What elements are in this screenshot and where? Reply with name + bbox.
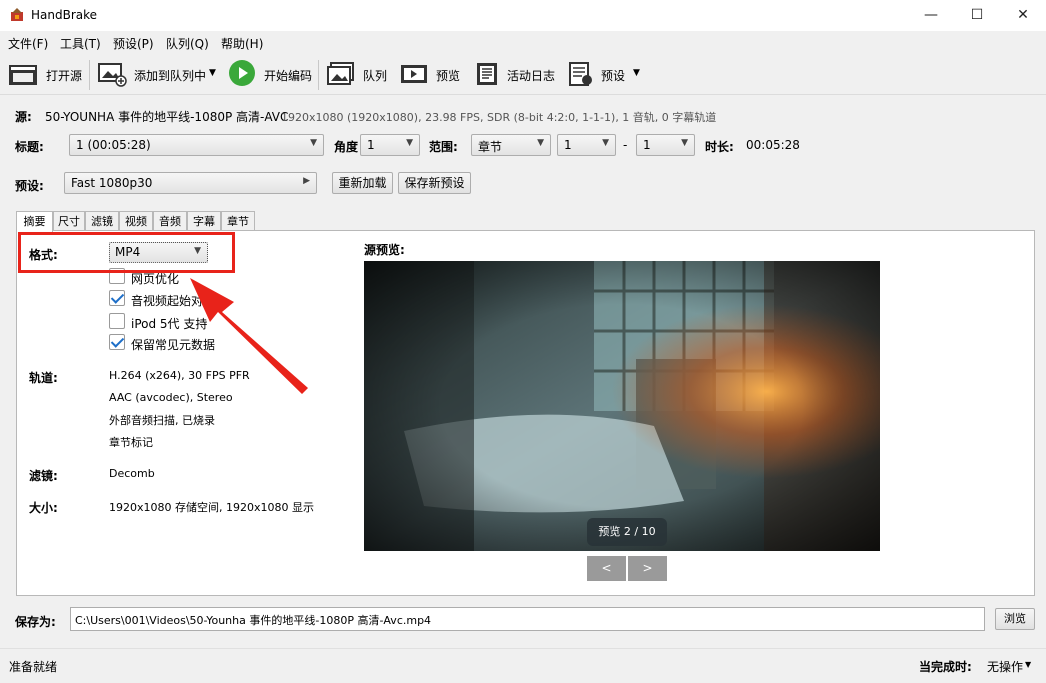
menu-presets[interactable]: 预设(P) [113,35,154,52]
source-name: 50-YOUNHA 事件的地平线-1080P 高清-AVC [45,110,289,124]
tab-subtitles[interactable]: 字幕 [187,211,221,231]
range-end-value: 1 [643,138,651,152]
chevron-down-icon: ▼ [681,138,688,148]
preview-prev-button[interactable]: < [587,556,626,581]
status-bar [0,648,1046,683]
status-text: 准备就绪 [9,660,58,674]
start-encode-button[interactable]: 开始编码 [264,67,312,84]
preset-label: 预设: [15,179,44,193]
when-done-label: 当完成时: [919,660,972,674]
ipod-support-checkbox[interactable] [109,313,125,329]
save-path-input[interactable]: C:\Users\001\Videos\50-Younha 事件的地平线-108… [70,607,985,631]
title-label: 标题: [15,140,44,154]
preview-next-button[interactable]: > [628,556,667,581]
window-title: HandBrake [31,8,98,22]
menu-queue[interactable]: 队列(Q) [166,35,209,52]
reload-button[interactable]: 重新加载 [332,172,393,194]
menu-help[interactable]: 帮助(H) [221,35,263,52]
align-av-start-checkbox[interactable] [109,290,125,306]
range-type-value: 章节 [478,140,503,154]
save-as-label: 保存为: [15,615,56,629]
when-done-dropdown-icon[interactable]: ▼ [1025,660,1031,669]
menu-file[interactable]: 文件(F) [8,35,48,52]
source-label: 源: [15,110,32,124]
annotation-arrow-icon [190,278,308,394]
tab-chapters[interactable]: 章节 [221,211,255,231]
range-label: 范围: [429,140,458,154]
menu-tools[interactable]: 工具(T) [60,35,101,52]
chevron-down-icon: ▼ [310,138,317,148]
tab-video[interactable]: 视频 [119,211,153,231]
menu-bar: 文件(F) 工具(T) 预设(P) 队列(Q) 帮助(H) [0,31,1046,55]
filters-label: 滤镜: [29,469,58,483]
filters-value: Decomb [109,467,155,480]
presets-button[interactable]: 预设 [601,67,625,84]
range-dash: - [623,138,628,152]
angle-label: 角度 [334,140,359,154]
activity-log-button[interactable]: 活动日志 [507,67,555,84]
browse-button[interactable]: 浏览 [995,608,1035,630]
tab-dimensions[interactable]: 尺寸 [53,211,85,231]
add-to-queue-button[interactable]: 添加到队列中 [134,67,206,84]
track-chapters: 章节标记 [109,436,153,449]
play-icon[interactable] [229,60,255,86]
tab-filters[interactable]: 滤镜 [85,211,119,231]
presets-dropdown-icon[interactable]: ▼ [633,68,640,78]
angle-select-value: 1 [367,138,375,152]
track-foreign-audio: 外部音频扫描, 已烧录 [109,414,215,427]
passthru-metadata-checkbox[interactable] [109,334,125,350]
size-value: 1920x1080 存储空间, 1920x1080 显示 [109,501,314,514]
tracks-label: 轨道: [29,371,58,385]
preset-select-value: Fast 1080p30 [71,176,153,190]
presets-icon[interactable] [566,61,596,87]
preview-counter-badge: 预览 2 / 10 [587,518,667,546]
add-queue-icon[interactable] [97,61,127,87]
chevron-down-icon: ▼ [537,138,544,148]
source-details: 1920x1080 (1920x1080), 23.98 FPS, SDR (8… [281,111,717,124]
maximize-button[interactable]: ☐ [954,0,1000,31]
preview-icon[interactable] [399,61,429,87]
range-type-select[interactable]: 章节 ▼ [471,134,551,156]
chevron-right-icon: ▶ [303,176,310,186]
add-queue-dropdown-icon[interactable]: ▼ [209,68,216,78]
tab-audio[interactable]: 音频 [153,211,187,231]
toolbar-separator [89,60,90,90]
open-source-icon[interactable] [8,61,38,87]
preset-select[interactable]: Fast 1080p30 ▶ [64,172,317,194]
when-done-value[interactable]: 无操作 [987,658,1023,675]
close-button[interactable]: ✕ [1000,0,1046,31]
title-select[interactable]: 1 (00:05:28) ▼ [69,134,324,156]
handbrake-app-icon [9,7,25,23]
chevron-down-icon: ▼ [602,138,609,148]
title-select-value: 1 (00:05:28) [76,138,151,152]
preview-image [364,261,880,551]
size-label: 大小: [29,501,58,515]
save-new-preset-button[interactable]: 保存新预设 [398,172,471,194]
toolbar-separator [318,60,319,90]
title-bar: HandBrake — ☐ ✕ [0,0,1046,31]
preview-button[interactable]: 预览 [436,67,460,84]
range-start-value: 1 [564,138,572,152]
chevron-down-icon: ▼ [406,138,413,148]
queue-button[interactable]: 队列 [363,67,387,84]
queue-icon[interactable] [326,61,356,87]
range-start-select[interactable]: 1 ▼ [557,134,616,156]
format-highlight-box [18,232,235,273]
minimize-button[interactable]: — [908,0,954,31]
duration-value: 00:05:28 [746,138,800,152]
activity-log-icon[interactable] [473,61,503,87]
tab-summary[interactable]: 摘要 [16,211,53,232]
source-preview-label: 源预览: [364,243,405,257]
angle-select[interactable]: 1 ▼ [360,134,420,156]
open-source-button[interactable]: 打开源 [46,67,82,84]
range-end-select[interactable]: 1 ▼ [636,134,695,156]
duration-label: 时长: [705,140,734,154]
